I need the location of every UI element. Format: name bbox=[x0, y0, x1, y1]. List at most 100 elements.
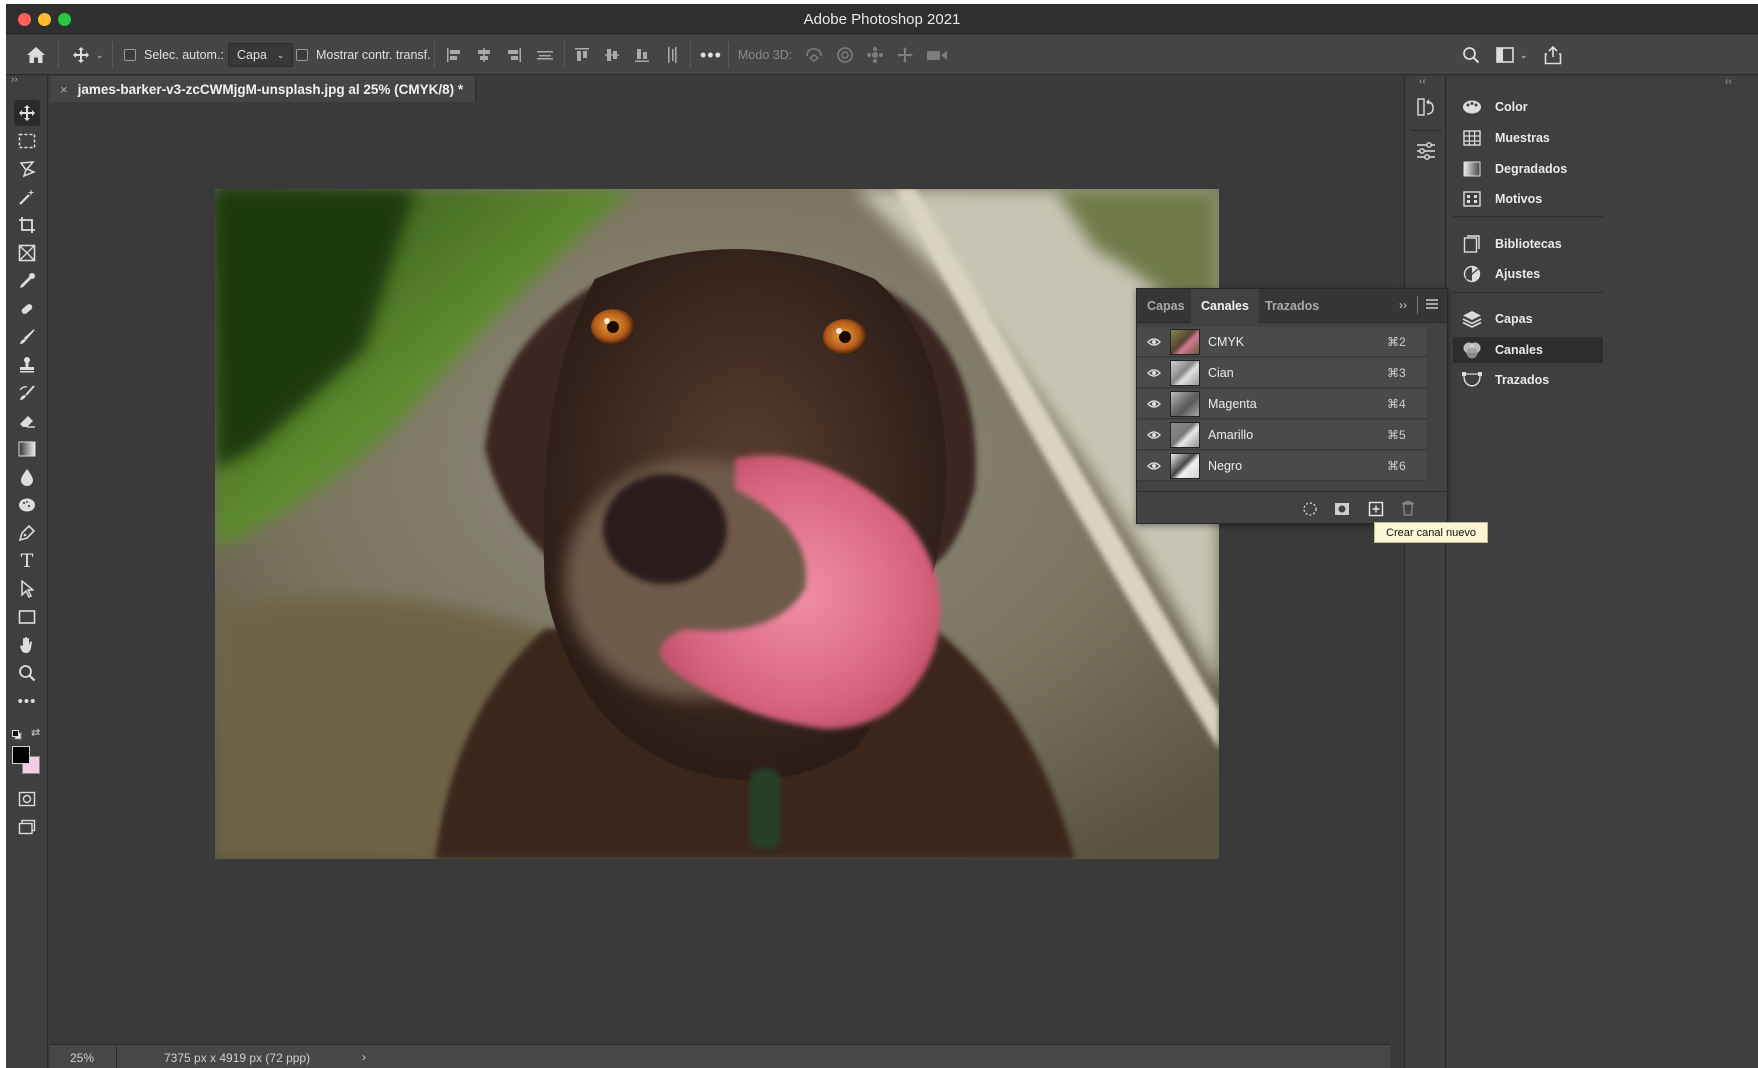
history-panel-button[interactable] bbox=[1415, 96, 1437, 118]
tab-canales[interactable]: Canales bbox=[1191, 289, 1259, 323]
channel-row-negro[interactable]: Negro ⌘6 bbox=[1137, 451, 1427, 481]
panel-button-degradados[interactable]: Degradados bbox=[1453, 156, 1603, 182]
rectangle-tool[interactable] bbox=[14, 604, 40, 630]
lasso-tool[interactable] bbox=[14, 156, 40, 182]
magic-wand-tool[interactable] bbox=[14, 184, 40, 210]
3d-roll-icon[interactable] bbox=[836, 46, 854, 64]
sponge-tool[interactable] bbox=[14, 492, 40, 518]
channel-row-amarillo[interactable]: Amarillo ⌘5 bbox=[1137, 420, 1427, 450]
frame-tool[interactable] bbox=[14, 240, 40, 266]
eye-icon[interactable] bbox=[1143, 337, 1165, 347]
auto-select-dropdown[interactable]: Capa ⌄ bbox=[228, 43, 294, 67]
distribute-vertical-icon[interactable] bbox=[664, 46, 680, 64]
align-horizontal-center-icon[interactable] bbox=[476, 47, 492, 63]
panel-button-capas[interactable]: Capas bbox=[1453, 306, 1603, 332]
channel-row-magenta[interactable]: Magenta ⌘4 bbox=[1137, 389, 1427, 419]
path-selection-tool[interactable] bbox=[14, 576, 40, 602]
rectangle-icon bbox=[18, 610, 36, 624]
zoom-level[interactable]: 25% bbox=[70, 1051, 94, 1065]
eye-icon[interactable] bbox=[1143, 368, 1165, 378]
collapse-panels-icon[interactable]: ‹‹ bbox=[1725, 76, 1732, 87]
history-icon bbox=[1417, 98, 1434, 116]
panel-button-canales[interactable]: Canales bbox=[1453, 337, 1603, 363]
edit-toolbar-button[interactable]: ••• bbox=[14, 688, 40, 714]
document-tab[interactable]: × james-barker-v3-zcCWMjgM-unsplash.jpg … bbox=[50, 76, 476, 102]
clone-stamp-tool[interactable] bbox=[14, 352, 40, 378]
panel-button-ajustes[interactable]: Ajustes bbox=[1453, 261, 1603, 287]
panel-button-bibliotecas[interactable]: Bibliotecas bbox=[1453, 231, 1603, 257]
channel-row-cian[interactable]: Cian ⌘3 bbox=[1137, 358, 1427, 388]
brush-tool[interactable] bbox=[14, 324, 40, 350]
eyedropper-tool[interactable] bbox=[14, 268, 40, 294]
3d-rotate-icon[interactable] bbox=[804, 46, 824, 64]
search-icon[interactable] bbox=[1462, 46, 1480, 64]
history-brush-tool[interactable] bbox=[14, 380, 40, 406]
panel-button-color[interactable]: Color bbox=[1453, 94, 1603, 120]
3d-slide-icon[interactable] bbox=[896, 46, 914, 64]
collapse-panel-icon[interactable]: ›› bbox=[1399, 298, 1407, 312]
auto-select-checkbox[interactable] bbox=[124, 49, 136, 61]
close-tab-icon[interactable]: × bbox=[60, 82, 68, 97]
crop-tool[interactable] bbox=[14, 212, 40, 238]
panel-menu-icon[interactable] bbox=[1425, 298, 1439, 313]
workspace-switcher[interactable]: ⌄ bbox=[1496, 47, 1528, 63]
marquee-tool[interactable] bbox=[14, 128, 40, 154]
mode-3d-label: Modo 3D: bbox=[738, 48, 793, 62]
save-selection-icon[interactable] bbox=[1334, 501, 1350, 520]
panel-dock: ‹‹ Color Muestras Degradados Motivos Bibliot… bbox=[1447, 76, 1758, 1068]
swap-colors-icon[interactable]: ⇄ bbox=[31, 726, 40, 739]
align-top-icon[interactable] bbox=[574, 47, 590, 63]
align-right-icon[interactable] bbox=[506, 47, 522, 63]
zoom-tool[interactable] bbox=[14, 660, 40, 686]
divider bbox=[728, 42, 729, 68]
panel-button-motivos[interactable]: Motivos bbox=[1453, 186, 1603, 212]
properties-panel-button[interactable] bbox=[1415, 140, 1437, 162]
eraser-icon bbox=[20, 416, 35, 428]
new-channel-icon[interactable] bbox=[1368, 501, 1384, 520]
load-selection-icon[interactable] bbox=[1302, 501, 1318, 520]
quick-mask-button[interactable] bbox=[14, 786, 40, 812]
sliders-icon bbox=[1417, 142, 1435, 160]
align-vertical-center-icon[interactable] bbox=[604, 47, 620, 63]
3d-camera-icon[interactable] bbox=[926, 47, 948, 63]
hand-icon bbox=[20, 637, 32, 653]
document-image[interactable] bbox=[215, 189, 1219, 859]
home-button[interactable] bbox=[26, 35, 46, 75]
panel-button-muestras[interactable]: Muestras bbox=[1453, 125, 1603, 151]
distribute-horizontal-icon[interactable] bbox=[536, 47, 554, 63]
screen-mode-button[interactable] bbox=[14, 814, 40, 840]
blur-tool[interactable] bbox=[14, 464, 40, 490]
chevron-right-icon[interactable]: › bbox=[362, 1050, 366, 1064]
show-transform-checkbox[interactable] bbox=[296, 49, 308, 61]
panel-button-trazados[interactable]: Trazados bbox=[1453, 367, 1603, 393]
healing-brush-tool[interactable] bbox=[14, 296, 40, 322]
crop-icon bbox=[19, 217, 35, 233]
eye-icon[interactable] bbox=[1143, 430, 1165, 440]
move-tool[interactable] bbox=[14, 100, 40, 126]
foreground-color-swatch[interactable] bbox=[12, 746, 30, 764]
move-tool-preset[interactable]: ⌄ bbox=[72, 35, 104, 75]
pen-tool[interactable] bbox=[14, 520, 40, 546]
default-colors-icon[interactable] bbox=[12, 728, 22, 740]
channel-name: Negro bbox=[1208, 458, 1243, 473]
collapse-dock-icon[interactable]: ‹‹ bbox=[1419, 76, 1426, 87]
3d-pan-icon[interactable] bbox=[866, 46, 884, 64]
share-icon[interactable] bbox=[1544, 45, 1562, 65]
hand-tool[interactable] bbox=[14, 632, 40, 658]
canvas-area[interactable] bbox=[50, 102, 1390, 1044]
align-bottom-icon[interactable] bbox=[634, 47, 650, 63]
expand-tools-icon[interactable]: ›› bbox=[11, 74, 18, 85]
eye-icon[interactable] bbox=[1143, 399, 1165, 409]
align-left-icon[interactable] bbox=[446, 47, 462, 63]
more-options-icon[interactable]: ••• bbox=[700, 35, 722, 75]
eye-icon[interactable] bbox=[1143, 461, 1165, 471]
panel-button-label: Degradados bbox=[1495, 162, 1568, 176]
frame-icon bbox=[18, 244, 36, 262]
tab-capas[interactable]: Capas bbox=[1137, 289, 1195, 323]
eraser-tool[interactable] bbox=[14, 408, 40, 434]
gradient-tool[interactable] bbox=[14, 436, 40, 462]
trash-icon[interactable] bbox=[1401, 500, 1415, 519]
channel-row-cmyk[interactable]: CMYK ⌘2 bbox=[1137, 327, 1427, 357]
tab-trazados[interactable]: Trazados bbox=[1255, 289, 1329, 323]
type-tool[interactable]: T bbox=[14, 548, 40, 574]
